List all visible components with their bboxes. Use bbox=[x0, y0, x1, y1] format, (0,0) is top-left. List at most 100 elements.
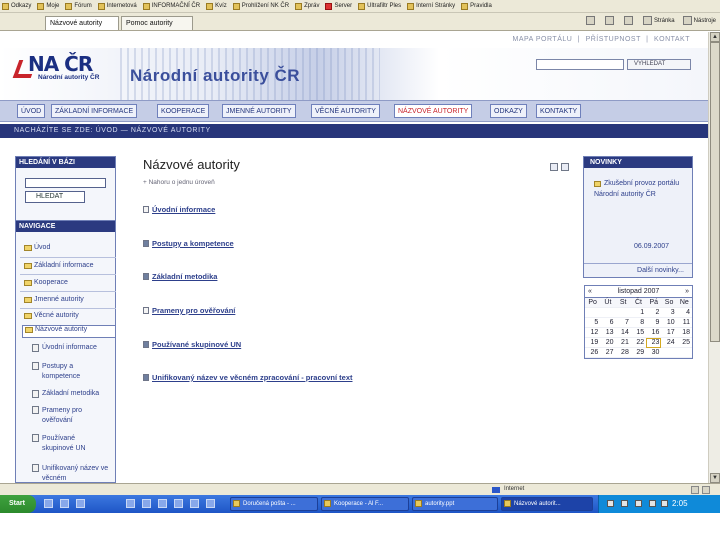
calendar-day[interactable]: 17 bbox=[661, 328, 677, 338]
content-link-skupinove-un[interactable]: Používané skupinové UN bbox=[143, 340, 241, 349]
calendar-day[interactable]: 21 bbox=[615, 338, 631, 348]
calendar-day[interactable]: 20 bbox=[600, 338, 616, 348]
header-search-input[interactable] bbox=[536, 59, 624, 70]
quicklaunch-word-icon[interactable] bbox=[126, 499, 135, 508]
content-link-zakladni-metodika[interactable]: Základní metodika bbox=[143, 272, 217, 281]
content-link-uvodni-informace[interactable]: Úvodní informace bbox=[143, 205, 215, 214]
calendar-day[interactable]: 12 bbox=[585, 328, 601, 338]
print-page-icon[interactable] bbox=[561, 163, 569, 171]
nav-zakladni-informace[interactable]: ZÁKLADNÍ INFORMACE bbox=[51, 104, 138, 118]
calendar-day[interactable]: 6 bbox=[600, 318, 616, 328]
calendar-day[interactable]: 26 bbox=[585, 348, 601, 358]
nav-uvod[interactable]: ÚVOD bbox=[17, 104, 46, 118]
nav-kontakty[interactable]: KONTAKTY bbox=[536, 104, 582, 118]
calendar-day[interactable]: 11 bbox=[676, 318, 692, 328]
calendar-day[interactable]: 18 bbox=[676, 328, 692, 338]
quicklaunch-desktop-icon[interactable] bbox=[60, 499, 69, 508]
feeds-button[interactable] bbox=[604, 16, 616, 25]
nav-nazvove-autority[interactable]: NÁZVOVÉ AUTORITY bbox=[394, 104, 473, 118]
calendar-next-button[interactable]: » bbox=[685, 288, 689, 295]
side-nav-zakladni-informace[interactable]: Základní informace bbox=[24, 262, 94, 269]
send-email-icon[interactable] bbox=[550, 163, 558, 171]
calendar-day[interactable]: 16 bbox=[646, 328, 662, 338]
favorite-link[interactable]: Prohlížení NK ČR bbox=[232, 2, 289, 10]
side-sub-uvodni-informace[interactable]: Úvodní informace bbox=[32, 344, 114, 352]
side-nav-uvod[interactable]: Úvod bbox=[24, 244, 50, 251]
link-accessibility[interactable]: PŘÍSTUPNOST bbox=[586, 36, 641, 43]
side-nav-vecne-autority[interactable]: Věcné autority bbox=[24, 312, 79, 319]
nav-kooperace[interactable]: KOOPERACE bbox=[157, 104, 210, 118]
calendar-day[interactable]: 14 bbox=[615, 328, 631, 338]
print-button[interactable] bbox=[623, 16, 635, 25]
calendar-day[interactable]: 23 bbox=[646, 338, 662, 348]
zoom-icon[interactable] bbox=[702, 486, 710, 494]
nav-vecne-autority[interactable]: VĚCNÉ AUTORITY bbox=[311, 104, 380, 118]
nav-jmenne-autority[interactable]: JMENNÉ AUTORITY bbox=[222, 104, 296, 118]
favorite-link[interactable]: Ultrafiltr Ples bbox=[358, 2, 401, 10]
link-contact[interactable]: KONTAKT bbox=[654, 36, 690, 43]
scroll-down-arrow-icon[interactable]: ▼ bbox=[710, 473, 720, 483]
protected-mode-icon[interactable] bbox=[691, 486, 699, 494]
scrollbar-thumb[interactable] bbox=[710, 42, 720, 342]
taskbar-item-mail[interactable]: Doručená pošta - ... bbox=[230, 497, 318, 511]
page-menu[interactable]: Stránka bbox=[642, 16, 675, 25]
scroll-up-arrow-icon[interactable]: ▲ bbox=[710, 32, 720, 42]
quicklaunch-outlook-icon[interactable] bbox=[158, 499, 167, 508]
calendar-day[interactable]: 24 bbox=[661, 338, 677, 348]
quicklaunch-ppt-icon[interactable] bbox=[206, 499, 215, 508]
calendar-day[interactable]: 1 bbox=[630, 308, 647, 318]
favorite-link[interactable]: Interní Stránky bbox=[407, 2, 455, 10]
calendar-day[interactable]: 13 bbox=[600, 328, 616, 338]
calendar-day[interactable]: 29 bbox=[630, 348, 647, 358]
quicklaunch-ie-icon[interactable] bbox=[44, 499, 53, 508]
side-sub-skupinove-un[interactable]: Používané skupinové UN bbox=[32, 434, 100, 454]
favorite-link[interactable]: Fórum bbox=[65, 2, 92, 10]
nav-odkazy[interactable]: ODKAZY bbox=[490, 104, 527, 118]
content-link-postupy[interactable]: Postupy a kompetence bbox=[143, 239, 234, 248]
side-sub-unifikovany-nazev[interactable]: Unifikovaný název ve věcném bbox=[32, 464, 112, 483]
calendar-day[interactable]: 30 bbox=[646, 348, 662, 358]
content-link-prameny[interactable]: Prameny pro ověřování bbox=[143, 306, 235, 315]
link-site-map[interactable]: MAPA PORTÁLU bbox=[513, 36, 573, 43]
calendar-day[interactable]: 19 bbox=[585, 338, 601, 348]
calendar-day[interactable]: 27 bbox=[600, 348, 616, 358]
browser-tab-nazvove[interactable]: Názvové autority bbox=[45, 16, 119, 30]
start-button[interactable]: Start bbox=[0, 495, 36, 513]
content-link-unifikovany-nazev[interactable]: Unifikovaný název ve věcném zpracování -… bbox=[143, 373, 353, 382]
side-nav-kooperace[interactable]: Kooperace bbox=[24, 279, 68, 286]
calendar-day[interactable]: 5 bbox=[585, 318, 601, 328]
up-one-level-link[interactable]: + Nahoru o jednu úroveň bbox=[143, 179, 215, 186]
favorite-link[interactable]: Zpráv bbox=[295, 2, 319, 10]
calendar-day[interactable]: 28 bbox=[615, 348, 631, 358]
calendar-day[interactable]: 15 bbox=[630, 328, 647, 338]
favorite-link[interactable]: Server bbox=[325, 2, 352, 10]
vertical-scrollbar[interactable]: ▲ ▼ bbox=[708, 32, 720, 483]
browser-tab-pomoc[interactable]: Pomoc autority bbox=[121, 16, 193, 30]
tools-menu[interactable]: Nástroje bbox=[682, 16, 716, 25]
language-icon[interactable] bbox=[607, 500, 614, 507]
taskbar-item-ppt[interactable]: autority.ppt bbox=[412, 497, 498, 511]
calendar-day[interactable]: 7 bbox=[615, 318, 631, 328]
side-nav-jmenne-autority[interactable]: Jmenné autority bbox=[24, 296, 84, 303]
favorite-link[interactable]: INFORMAČNÍ ČR bbox=[142, 2, 200, 10]
calendar-day[interactable]: 9 bbox=[646, 318, 662, 328]
side-sub-zakladni-metodika[interactable]: Základní metodika bbox=[32, 390, 114, 398]
favorite-link[interactable]: Odkazy bbox=[2, 2, 31, 10]
home-button[interactable] bbox=[585, 16, 597, 25]
calendar-prev-button[interactable]: « bbox=[588, 288, 592, 295]
favorite-link[interactable]: Internetová bbox=[97, 2, 137, 10]
quicklaunch-excel-icon[interactable] bbox=[142, 499, 151, 508]
favorite-link[interactable]: Kvíz bbox=[206, 2, 227, 10]
favorite-link[interactable]: Moje bbox=[37, 2, 59, 10]
side-nav-nazvove-autority[interactable]: Názvové autority bbox=[22, 325, 116, 338]
side-sub-prameny[interactable]: Prameny pro ověřování bbox=[32, 406, 94, 426]
calendar-day[interactable]: 22 bbox=[630, 338, 647, 348]
calendar-day[interactable]: 3 bbox=[661, 308, 677, 318]
taskbar-item-browser[interactable]: Názvové autorit... bbox=[501, 497, 593, 511]
taskbar-item-kooperace[interactable]: Kooperace - Al F... bbox=[321, 497, 409, 511]
network-icon[interactable] bbox=[621, 500, 628, 507]
volume-icon[interactable] bbox=[649, 500, 656, 507]
calendar-day[interactable]: 4 bbox=[676, 308, 692, 318]
news-item-link[interactable]: Zkušební provoz portálu Národní autority… bbox=[594, 178, 689, 200]
calendar-day[interactable]: 2 bbox=[646, 308, 662, 318]
